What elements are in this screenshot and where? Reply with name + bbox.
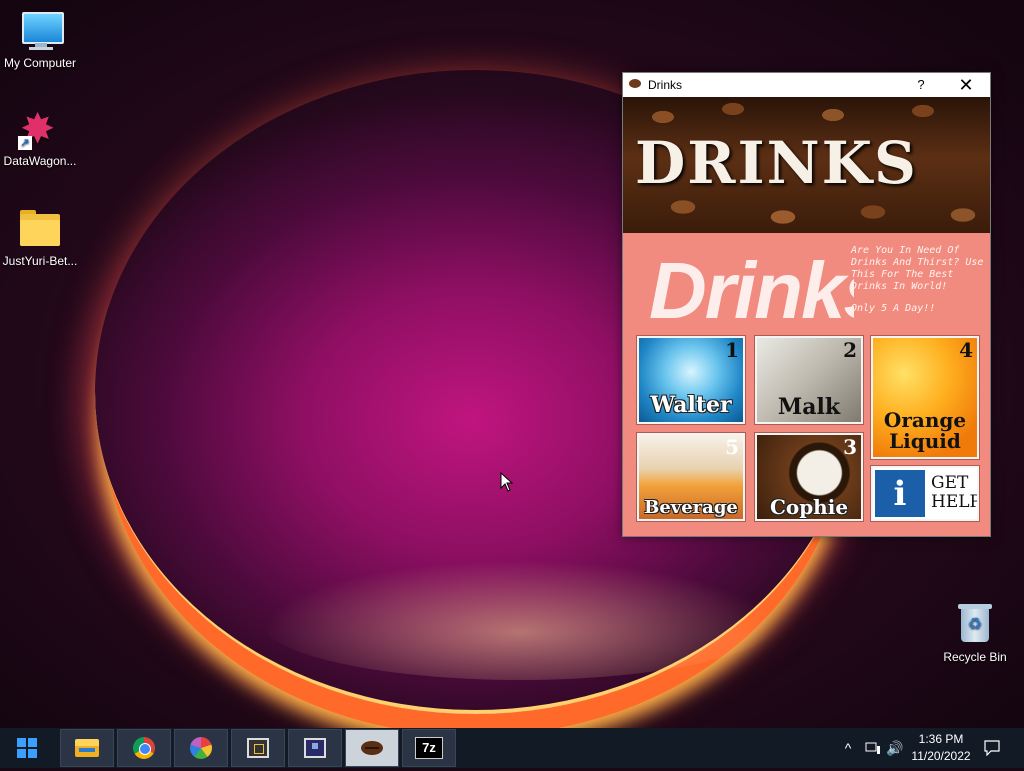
desktop-icon-label: My Computer (3, 56, 77, 70)
info-icon: i (875, 470, 925, 517)
network-icon[interactable] (862, 728, 884, 768)
drink-tile-beverage[interactable]: 5 Beverage (637, 433, 745, 521)
mouse-cursor-icon (500, 472, 514, 492)
taskbar-clock[interactable]: 1:36 PM 11/20/2022 (905, 731, 977, 765)
get-help-button[interactable]: i GET HELP (871, 466, 979, 521)
tagline-line-2: Only 5 A Day!! (851, 303, 936, 314)
desktop-icon-datawagon[interactable]: ✸ ↗ DataWagon... (0, 105, 80, 169)
drinks-content: Drinks Are You In Need Of Drinks And Thi… (623, 233, 990, 536)
banner-title: DRINKS (635, 129, 918, 197)
help-button[interactable]: ? (907, 73, 935, 97)
notification-icon[interactable] (980, 728, 1004, 768)
chrome-icon (133, 737, 155, 759)
tray-chevron-icon[interactable]: ^ (836, 728, 860, 768)
desktop-icon-recycle-bin[interactable]: ♻ Recycle Bin (935, 602, 1015, 664)
tile-label: Cophie (769, 495, 849, 519)
drink-tile-cophie[interactable]: 3 Cophie (755, 433, 863, 521)
computer-icon (18, 8, 64, 52)
drink-tile-malk[interactable]: 2 Malk (755, 336, 863, 424)
tile-number: 2 (843, 338, 857, 362)
desktop-icon-my-computer[interactable]: My Computer (0, 8, 80, 70)
taskbar-chrome[interactable] (117, 729, 171, 767)
desktop-icon-label: DataWagon... (3, 154, 77, 168)
file-explorer-icon (75, 739, 99, 757)
tile-number: 5 (725, 435, 739, 459)
monitor-app-icon (247, 738, 269, 758)
start-button[interactable] (0, 728, 54, 768)
desktop-icon-justyuri-folder[interactable]: JustYuri-Bet... (0, 206, 80, 268)
tile-number: 4 (959, 338, 973, 362)
sevenzip-icon: 7z (415, 737, 443, 759)
taskbar-file-explorer[interactable] (60, 729, 114, 767)
drink-tile-walter[interactable]: 1 Walter (637, 336, 745, 424)
drink-tile-orange-liquid[interactable]: 4 Orange Liquid (871, 336, 979, 459)
tile-label: Walter (650, 392, 732, 418)
taskbar-screen-app[interactable] (288, 729, 342, 767)
tile-number: 3 (843, 435, 857, 459)
windows-logo-icon (17, 738, 37, 758)
coffee-bean-icon (629, 79, 641, 88)
datawagon-star-icon: ✸ ↗ (18, 105, 56, 152)
desktop-icon-label: Recycle Bin (943, 650, 1007, 664)
close-button[interactable]: ✕ (947, 73, 985, 97)
folder-icon (18, 206, 62, 250)
screen-app-icon (304, 738, 326, 758)
volume-icon[interactable]: 🔊 (884, 728, 906, 768)
big-drinks-text: Drinks (649, 246, 854, 335)
taskbar-7zip[interactable]: 7z (402, 729, 456, 767)
window-title: Drinks (648, 78, 683, 92)
desktop-icon-label: JustYuri-Bet... (2, 254, 78, 268)
tagline: Are You In Need Of Drinks And Thirst? Us… (851, 245, 987, 325)
tile-number: 1 (725, 338, 739, 362)
taskbar-drinks[interactable] (345, 729, 399, 767)
taskbar-paint[interactable] (174, 729, 228, 767)
get-help-label: GET HELP (931, 473, 979, 512)
window-titlebar[interactable]: Drinks ? ✕ (623, 73, 990, 97)
tagline-line-1: Are You In Need Of Drinks And Thirst? Us… (851, 245, 984, 292)
coffee-bean-icon (361, 741, 383, 755)
recycle-bin-icon: ♻ (953, 602, 997, 646)
tile-label: Malk (777, 394, 841, 420)
tile-label: Orange Liquid (883, 408, 967, 453)
clock-time: 1:36 PM (918, 732, 964, 746)
wallpaper-halo (260, 560, 780, 680)
clock-date: 11/20/2022 (911, 749, 971, 763)
drinks-window: Drinks ? ✕ DRINKS Drinks Are You In Need… (622, 72, 991, 537)
shortcut-arrow-icon: ↗ (18, 136, 32, 150)
paint-palette-icon (190, 737, 212, 759)
tile-label: Beverage (644, 497, 738, 518)
taskbar-monitor-app[interactable] (231, 729, 285, 767)
taskbar: 7z ^ 🔊 1:36 PM 11/20/2022 (0, 728, 1024, 768)
coffee-banner: DRINKS (623, 97, 990, 233)
